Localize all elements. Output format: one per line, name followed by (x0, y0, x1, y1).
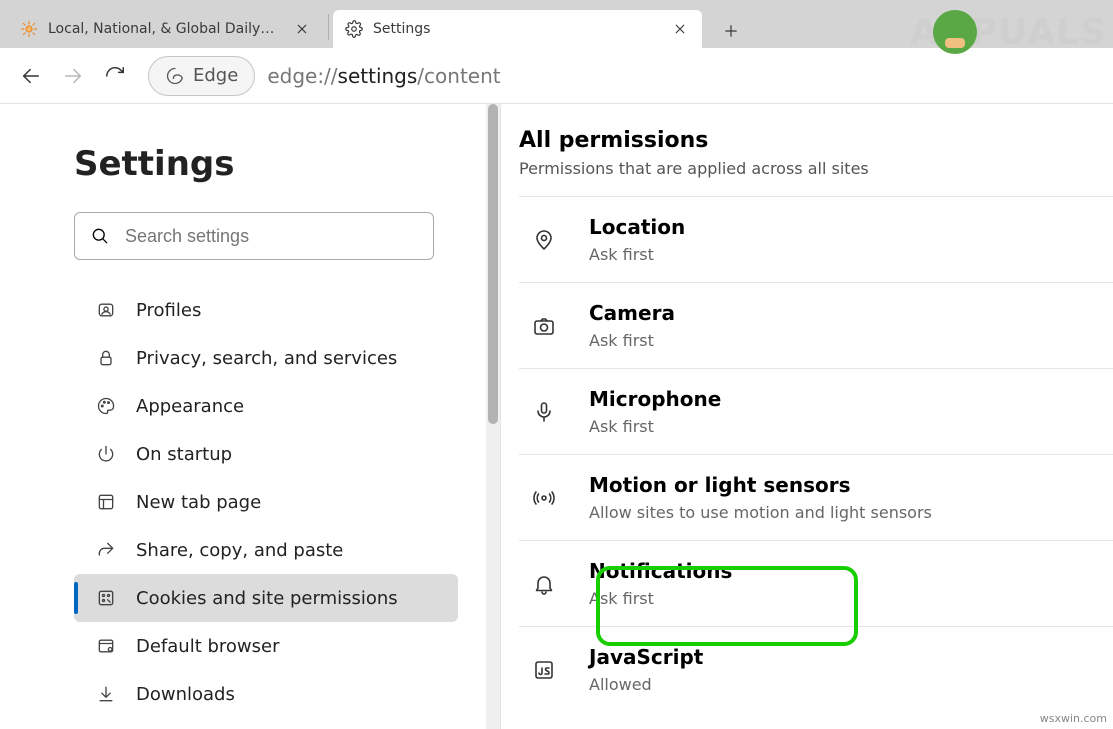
sidebar-item-label: Privacy, search, and services (136, 348, 397, 369)
refresh-button[interactable] (94, 55, 136, 97)
tab-settings[interactable]: Settings (333, 10, 702, 48)
share-icon (94, 538, 118, 562)
edge-chip-label: Edge (193, 65, 238, 86)
close-icon[interactable] (670, 19, 690, 39)
perm-title: Notifications (589, 559, 732, 583)
sensor-icon (529, 483, 559, 513)
perm-sub: Allowed (589, 675, 703, 694)
edge-chip[interactable]: Edge (148, 56, 255, 96)
perm-sub: Ask first (589, 331, 675, 350)
sidebar-item-label: Profiles (136, 300, 201, 321)
perm-sub: Allow sites to use motion and light sens… (589, 503, 932, 522)
perm-sub: Ask first (589, 245, 685, 264)
sidebar-item-startup[interactable]: On startup (74, 430, 458, 478)
browser-icon (94, 634, 118, 658)
sidebar-item-defaultbrowser[interactable]: Default browser (74, 622, 458, 670)
watermark-logo: A PUALS (910, 10, 1107, 54)
bell-icon (529, 569, 559, 599)
sidebar-item-profiles[interactable]: Profiles (74, 286, 458, 334)
permissions-panel: All permissions Permissions that are app… (500, 104, 1113, 729)
sun-icon (20, 20, 38, 38)
tab-title: Settings (373, 21, 430, 37)
sidebar-item-cookies[interactable]: Cookies and site permissions (74, 574, 458, 622)
tab-weather[interactable]: Local, National, & Global Daily W (8, 10, 324, 48)
perm-javascript[interactable]: JavaScript Allowed (519, 626, 1113, 712)
palette-icon (94, 394, 118, 418)
new-tab-button[interactable] (714, 14, 748, 48)
sidebar-item-label: Cookies and site permissions (136, 588, 398, 609)
mascot-head-icon (933, 10, 977, 54)
download-icon (94, 682, 118, 706)
settings-menu: Profiles Privacy, search, and services A… (74, 286, 470, 718)
forward-button[interactable] (52, 55, 94, 97)
permission-list: Location Ask first Camera Ask first Micr… (519, 196, 1113, 712)
close-icon[interactable] (292, 19, 312, 39)
search-icon (89, 226, 111, 246)
perm-camera[interactable]: Camera Ask first (519, 282, 1113, 368)
perm-title: Camera (589, 301, 675, 325)
scrollbar-thumb[interactable] (488, 104, 498, 424)
perm-sub: Ask first (589, 417, 721, 436)
camera-icon (529, 311, 559, 341)
search-input[interactable] (125, 226, 419, 247)
sidebar-item-privacy[interactable]: Privacy, search, and services (74, 334, 458, 382)
sidebar-item-share[interactable]: Share, copy, and paste (74, 526, 458, 574)
tab-title: Local, National, & Global Daily W (48, 21, 278, 37)
edge-logo-icon (165, 66, 185, 86)
profile-icon (94, 298, 118, 322)
sidebar-item-label: On startup (136, 444, 232, 465)
permission-icon (94, 586, 118, 610)
watermark-text-right: PUALS (971, 12, 1107, 53)
sidebar-item-newtab[interactable]: New tab page (74, 478, 458, 526)
perm-title: Microphone (589, 387, 721, 411)
sidebar-item-label: Share, copy, and paste (136, 540, 343, 561)
lock-icon (94, 346, 118, 370)
sidebar-scrollbar[interactable] (486, 104, 500, 729)
sidebar-item-downloads[interactable]: Downloads (74, 670, 458, 718)
page-title: Settings (74, 144, 470, 184)
address-bar[interactable]: Edge edge://settings/content (148, 56, 1103, 96)
perm-microphone[interactable]: Microphone Ask first (519, 368, 1113, 454)
sidebar-item-appearance[interactable]: Appearance (74, 382, 458, 430)
perm-title: Location (589, 215, 685, 239)
gear-icon (345, 20, 363, 38)
location-icon (529, 225, 559, 255)
url-text: edge://settings/content (267, 64, 500, 88)
grid-icon (94, 490, 118, 514)
sidebar-item-label: Appearance (136, 396, 244, 417)
settings-sidebar: Settings Profiles Privacy, search, and s… (0, 104, 500, 729)
perm-title: Motion or light sensors (589, 473, 932, 497)
perm-location[interactable]: Location Ask first (519, 196, 1113, 282)
sidebar-item-label: Default browser (136, 636, 280, 657)
source-watermark: wsxwin.com (1040, 712, 1107, 725)
perm-sub: Ask first (589, 589, 732, 608)
section-heading: All permissions (519, 128, 1113, 153)
perm-title: JavaScript (589, 645, 703, 669)
browser-toolbar: Edge edge://settings/content (0, 48, 1113, 104)
perm-notifications[interactable]: Notifications Ask first (519, 540, 1113, 626)
back-button[interactable] (10, 55, 52, 97)
search-settings-box[interactable] (74, 212, 434, 260)
javascript-icon (529, 655, 559, 685)
sidebar-item-label: Downloads (136, 684, 235, 705)
microphone-icon (529, 397, 559, 427)
tab-separator (328, 14, 329, 39)
perm-sensors[interactable]: Motion or light sensors Allow sites to u… (519, 454, 1113, 540)
power-icon (94, 442, 118, 466)
section-subheading: Permissions that are applied across all … (519, 159, 1113, 178)
sidebar-item-label: New tab page (136, 492, 261, 513)
